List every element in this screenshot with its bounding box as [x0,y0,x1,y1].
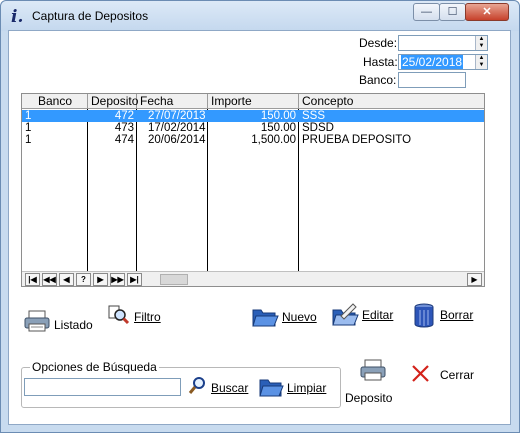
filtro-button[interactable]: Filtro [107,303,161,331]
banco-field[interactable] [398,72,466,88]
desde-date-field[interactable]: ▲ ▼ [398,35,488,51]
next-page-button[interactable]: ▶▶ [110,273,125,286]
search-input[interactable] [24,378,181,396]
cell-concepto: PRUEBA DEPOSITO [302,134,412,146]
buscar-label: Buscar [211,381,249,395]
desde-spinner[interactable]: ▲ ▼ [475,36,487,50]
last-record-button[interactable]: ▶| [127,273,142,286]
window-title: Captura de Depositos [32,9,149,23]
table-row[interactable]: 1 474 20/06/2014 1,500.00 PRUEBA DEPOSIT… [22,134,484,146]
col-fecha[interactable]: Fecha [137,94,208,109]
table-row[interactable]: 1 472 27/07/2013 150.00 SSS [22,110,484,122]
borrar-label: Borrar [440,308,474,322]
client-area: Desde: ▲ ▼ Hasta: 25/02/2018 ▲ ▼ Banco: Ba… [8,30,511,425]
magnifier-icon [107,304,131,330]
maximize-button[interactable]: ☐ [439,3,466,21]
close-x-icon [409,362,433,388]
borrar-button[interactable]: Borrar [411,301,473,329]
editar-button[interactable]: Editar [331,301,393,329]
col-concepto[interactable]: Concepto [299,94,484,109]
grid-header: Banco Deposito Fecha Importe Concepto [22,94,484,109]
cell-fecha: 17/02/2014 [148,122,206,134]
cell-concepto: SSS [302,110,326,122]
cerrar-label: Cerrar [440,368,475,382]
filtro-label: Filtro [134,310,161,324]
prior-record-button[interactable]: ◀ [59,273,74,286]
deposito-label: Deposito [345,391,393,405]
folder-icon [258,375,284,401]
listado-label: Listado [54,318,93,332]
cell-banco: 1 [25,110,32,122]
depositos-grid[interactable]: Banco Deposito Fecha Importe Concepto 1 … [21,93,485,287]
title-bar[interactable]: i. Captura de Depositos — ☐ ✕ [1,1,519,31]
prior-page-button[interactable]: ◀◀ [42,273,57,286]
col-banco[interactable]: Banco [22,94,88,109]
cell-fecha: 27/07/2013 [148,110,206,122]
grid-navigator: |◀ ◀◀ ◀ ? ▶ ▶▶ ▶| ▶ [22,271,484,286]
desde-label: Desde: [359,36,398,50]
buscar-button[interactable]: Buscar [188,374,248,402]
search-options-title: Opciones de Búsqueda [30,360,159,374]
help-nav-button[interactable]: ? [76,273,91,286]
hasta-spinner[interactable]: ▲ ▼ [475,55,487,69]
cell-banco: 1 [25,134,32,146]
limpiar-label: Limpiar [287,381,327,395]
search-icon [188,375,208,401]
search-options-group: Opciones de Búsqueda Buscar Limpiar [21,360,341,408]
cell-deposito: 472 [114,110,134,122]
cerrar-button[interactable]: Cerrar [409,361,474,389]
table-row[interactable]: 1 473 17/02/2014 150.00 SDSD [22,122,484,134]
nuevo-label: Nuevo [282,310,317,324]
cell-importe: 150.00 [260,122,296,134]
cell-importe: 1,500.00 [251,134,296,146]
first-record-button[interactable]: |◀ [25,273,40,286]
scroll-right-button[interactable]: ▶ [467,273,482,286]
printer-icon [359,357,387,383]
horizontal-scroll-thumb[interactable] [160,274,188,285]
close-window-button[interactable]: ✕ [465,3,509,21]
cell-deposito: 474 [114,134,134,146]
open-folder-icon [251,304,279,330]
banco-label: Banco: [359,73,397,87]
nuevo-button[interactable]: Nuevo [251,303,317,331]
listado-button[interactable]: Listado [23,307,93,335]
col-importe[interactable]: Importe [208,94,299,109]
cell-banco: 1 [25,122,32,134]
deposito-button[interactable]: Deposito [345,357,392,405]
trash-can-icon [411,302,437,328]
hasta-label: Hasta: [363,55,398,69]
printer-icon [23,308,51,334]
col-deposito[interactable]: Deposito [88,94,138,109]
next-record-button[interactable]: ▶ [93,273,108,286]
limpiar-button[interactable]: Limpiar [258,374,326,402]
cell-deposito: 473 [114,122,134,134]
cell-concepto: SDSD [302,122,334,134]
minimize-button[interactable]: — [413,3,440,21]
edit-icon [331,302,359,328]
hasta-date-value: 25/02/2018 [401,55,464,69]
editar-label: Editar [362,308,394,322]
info-app-icon: i. [11,7,24,27]
hasta-date-field[interactable]: 25/02/2018 ▲ ▼ [398,54,488,70]
cell-fecha: 20/06/2014 [148,134,206,146]
cell-importe: 150.00 [260,110,296,122]
